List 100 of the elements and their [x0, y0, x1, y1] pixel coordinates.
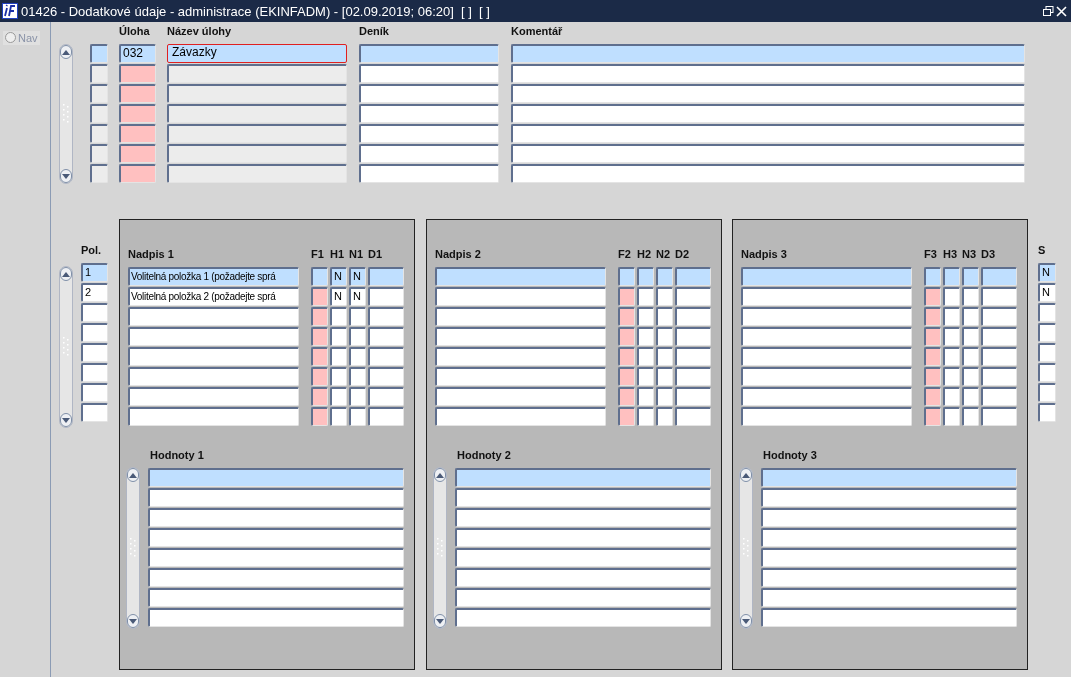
input-field[interactable] — [943, 387, 960, 406]
input-field[interactable] — [761, 468, 1017, 487]
input-field[interactable]: N — [330, 287, 347, 306]
input-field[interactable] — [943, 307, 960, 326]
input-field[interactable] — [924, 347, 941, 366]
input-field[interactable] — [741, 287, 912, 306]
input-field[interactable] — [637, 287, 654, 306]
input-field[interactable] — [981, 267, 1017, 286]
record-marker[interactable] — [90, 124, 108, 143]
input-field[interactable] — [455, 468, 711, 487]
input-field[interactable] — [128, 407, 299, 426]
input-field[interactable] — [368, 367, 404, 386]
input-field[interactable] — [167, 124, 347, 143]
input-field[interactable] — [962, 327, 979, 346]
input-field[interactable] — [148, 608, 404, 627]
input-field[interactable] — [359, 144, 499, 163]
input-field[interactable] — [1038, 403, 1056, 422]
input-field[interactable] — [656, 387, 673, 406]
input-field[interactable] — [148, 588, 404, 607]
input-field[interactable] — [675, 367, 711, 386]
input-field[interactable] — [924, 287, 941, 306]
input-field[interactable] — [119, 164, 156, 183]
input-field[interactable] — [311, 267, 328, 286]
input-field[interactable] — [924, 327, 941, 346]
input-field[interactable] — [943, 367, 960, 386]
input-field[interactable] — [656, 347, 673, 366]
input-field[interactable]: Závazky — [167, 44, 347, 63]
input-field[interactable] — [637, 347, 654, 366]
scroll-up-button[interactable] — [60, 267, 72, 281]
input-field[interactable] — [618, 347, 635, 366]
record-marker[interactable] — [90, 104, 108, 123]
input-field[interactable] — [943, 287, 960, 306]
scrollbar[interactable] — [739, 467, 753, 629]
input-field[interactable] — [81, 363, 108, 382]
input-field[interactable] — [656, 367, 673, 386]
input-field[interactable] — [148, 568, 404, 587]
input-field[interactable]: 1 — [81, 263, 108, 282]
input-field[interactable] — [81, 323, 108, 342]
record-marker[interactable] — [90, 44, 108, 63]
input-field[interactable] — [330, 327, 347, 346]
input-field[interactable] — [981, 307, 1017, 326]
close-icon[interactable] — [1056, 5, 1067, 17]
input-field[interactable] — [435, 267, 606, 286]
input-field[interactable] — [455, 508, 711, 527]
restore-icon[interactable] — [1043, 6, 1054, 16]
input-field[interactable] — [637, 407, 654, 426]
input-field[interactable] — [330, 387, 347, 406]
input-field[interactable] — [1038, 363, 1056, 382]
input-field[interactable] — [81, 403, 108, 422]
input-field[interactable] — [128, 327, 299, 346]
input-field[interactable] — [924, 407, 941, 426]
input-field[interactable] — [981, 327, 1017, 346]
input-field[interactable] — [675, 407, 711, 426]
input-field[interactable] — [435, 287, 606, 306]
input-field[interactable] — [167, 164, 347, 183]
input-field[interactable] — [741, 347, 912, 366]
input-field[interactable] — [359, 44, 499, 63]
scroll-down-button[interactable] — [60, 169, 72, 183]
input-field[interactable] — [349, 307, 366, 326]
input-field[interactable] — [435, 347, 606, 366]
input-field[interactable] — [455, 608, 711, 627]
input-field[interactable]: N — [349, 287, 366, 306]
input-field[interactable] — [311, 367, 328, 386]
input-field[interactable] — [924, 307, 941, 326]
input-field[interactable] — [81, 383, 108, 402]
input-field[interactable] — [349, 327, 366, 346]
input-field[interactable] — [511, 104, 1025, 123]
input-field[interactable] — [148, 528, 404, 547]
scroll-down-button[interactable] — [127, 614, 139, 628]
scrollbar[interactable] — [59, 44, 73, 184]
scroll-up-button[interactable] — [740, 468, 752, 482]
record-marker[interactable] — [90, 164, 108, 183]
input-field[interactable] — [656, 287, 673, 306]
input-field[interactable] — [119, 84, 156, 103]
input-field[interactable] — [981, 347, 1017, 366]
input-field[interactable] — [656, 327, 673, 346]
input-field[interactable] — [924, 367, 941, 386]
scroll-up-button[interactable] — [434, 468, 446, 482]
input-field[interactable] — [962, 347, 979, 366]
input-field[interactable] — [511, 164, 1025, 183]
input-field[interactable] — [981, 407, 1017, 426]
input-field[interactable] — [618, 327, 635, 346]
input-field[interactable] — [311, 307, 328, 326]
input-field[interactable] — [311, 387, 328, 406]
input-field[interactable] — [167, 144, 347, 163]
input-field[interactable] — [637, 387, 654, 406]
input-field[interactable] — [81, 343, 108, 362]
input-field[interactable] — [311, 347, 328, 366]
input-field[interactable] — [924, 267, 941, 286]
input-field[interactable] — [435, 327, 606, 346]
record-marker[interactable] — [90, 64, 108, 83]
input-field[interactable]: N — [1038, 263, 1056, 282]
input-field[interactable] — [1038, 323, 1056, 342]
input-field[interactable] — [330, 307, 347, 326]
input-field[interactable] — [1038, 303, 1056, 322]
input-field[interactable] — [435, 407, 606, 426]
input-field[interactable] — [618, 267, 635, 286]
input-field[interactable] — [656, 267, 673, 286]
input-field[interactable] — [368, 407, 404, 426]
input-field[interactable] — [128, 387, 299, 406]
